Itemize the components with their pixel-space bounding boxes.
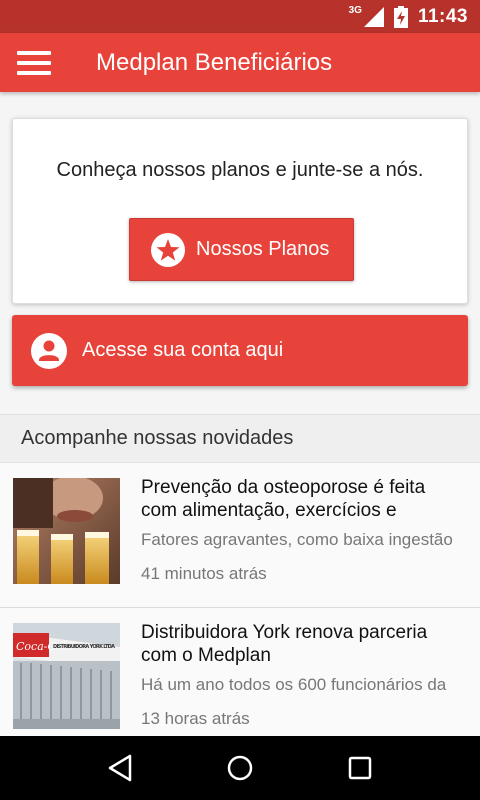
back-icon[interactable] xyxy=(90,736,150,800)
app-bar: Medplan Beneficiários xyxy=(0,33,480,92)
home-icon[interactable] xyxy=(210,736,270,800)
battery-charging-icon xyxy=(393,5,408,28)
news-time: 13 horas atrás xyxy=(141,709,250,728)
news-snippet: Há um ano todos os 600 funcionários da xyxy=(141,675,447,694)
york-ltda-building-photo: Coca-Cola DISTRIBUIDORA YORK LTDA xyxy=(13,623,120,729)
recents-icon[interactable] xyxy=(330,736,390,800)
news-snippet: Fatores agravantes, como baixa ingestão xyxy=(141,530,453,549)
user-account-icon xyxy=(31,332,67,369)
account-access-label: Acesse sua conta aqui xyxy=(82,339,284,361)
hamburger-menu-icon[interactable] xyxy=(0,33,68,92)
news-item[interactable]: Prevenção da osteoporose é feita com ali… xyxy=(0,463,480,608)
woman-with-beer-glasses-photo xyxy=(13,478,120,584)
plans-message: Conheça nossos planos e junte-se a nós. xyxy=(56,159,424,181)
news-section-header: Acompanhe nossas novidades xyxy=(0,414,480,463)
network-type: 3G xyxy=(348,5,362,16)
plans-card: Conheça nossos planos e junte-se a nós. … xyxy=(12,118,468,304)
news-item[interactable]: Coca-Cola DISTRIBUIDORA YORK LTDA Distri… xyxy=(0,608,480,736)
our-plans-button[interactable]: Nossos Planos xyxy=(129,218,354,281)
status-bar: 3G 11:43 xyxy=(0,0,480,33)
sign-text: DISTRIBUIDORA YORK LTDA xyxy=(53,644,115,650)
system-nav-bar xyxy=(0,736,480,800)
news-time: 41 minutos atrás xyxy=(141,564,267,583)
news-list[interactable]: Prevenção da osteoporose é feita com ali… xyxy=(0,463,480,736)
app-title: Medplan Beneficiários xyxy=(96,48,333,76)
signal-icon xyxy=(363,6,384,27)
star-icon xyxy=(151,232,185,267)
account-access-button[interactable]: Acesse sua conta aqui xyxy=(12,315,468,386)
news-headline: Prevenção da osteoporose é feita com ali… xyxy=(141,477,426,521)
clock: 11:43 xyxy=(417,5,468,27)
news-headline: Distribuidora York renova parceria com o… xyxy=(141,622,428,666)
our-plans-label: Nossos Planos xyxy=(196,238,330,260)
